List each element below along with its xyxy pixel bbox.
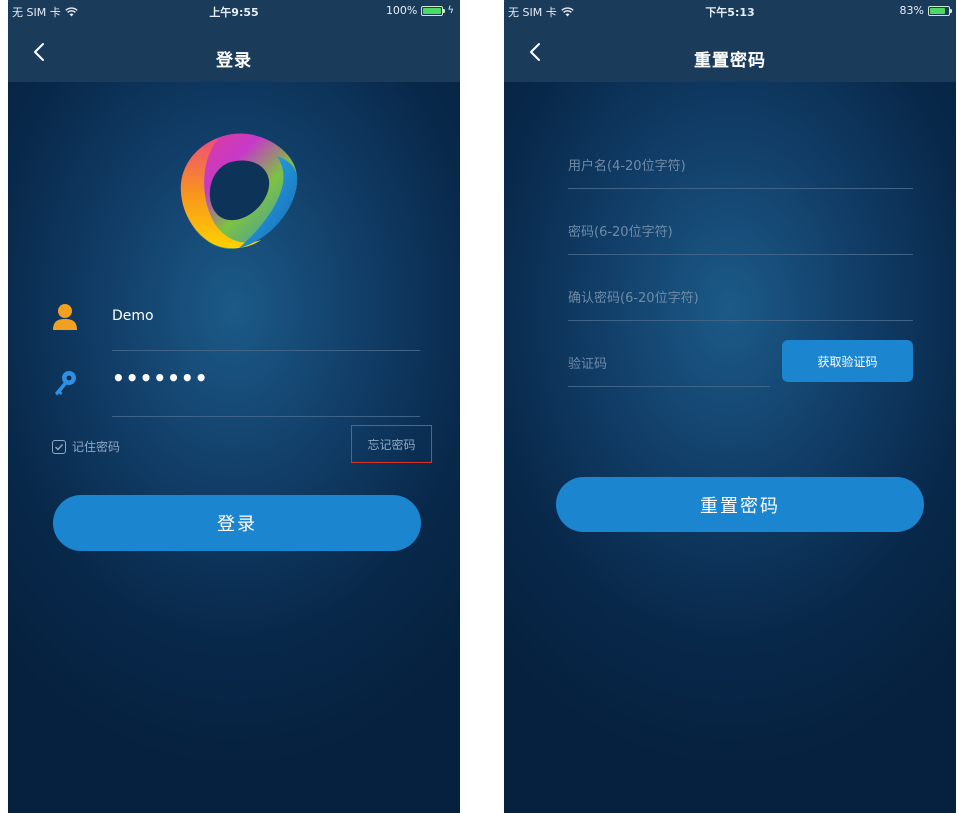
verification-code-input[interactable] [568, 346, 770, 382]
status-time: 下午5:13 [705, 6, 755, 19]
forgot-label: 忘记密码 [367, 437, 416, 452]
password-underline [568, 254, 913, 255]
battery-percent: 83% [899, 4, 924, 17]
login-button[interactable]: 登录 [53, 495, 421, 551]
username-underline [568, 188, 913, 189]
verification-code-field [568, 346, 770, 387]
key-icon [55, 371, 76, 396]
page-title: 重置密码 [694, 51, 766, 71]
confirm-password-input[interactable] [568, 280, 913, 316]
battery-fill [423, 7, 442, 14]
username-value: Demo [112, 308, 154, 324]
password-value: ••••••• [112, 366, 209, 390]
confirm-password-underline [568, 320, 913, 321]
remember-password-toggle[interactable]: 记住密码 [52, 438, 120, 455]
app-logo-icon [180, 133, 298, 249]
page-title: 登录 [216, 51, 252, 71]
battery-fill [930, 7, 945, 14]
reset-button-label: 重置密码 [700, 495, 780, 517]
checkbox-checked-icon[interactable] [52, 439, 66, 454]
nav-bar: 登录 [8, 22, 460, 82]
password-input[interactable] [568, 214, 913, 250]
username-field [568, 148, 913, 189]
battery-icon [421, 5, 446, 16]
password-underline [112, 416, 420, 417]
forgot-password-link[interactable]: 忘记密码 [351, 425, 432, 463]
reset-password-button[interactable]: 重置密码 [556, 477, 924, 532]
username-input[interactable] [568, 148, 913, 184]
nav-bar: 重置密码 [504, 22, 956, 82]
login-screen: 无 SIM 卡 上午9:55 100% ϟ 登录 Demo ••••••• 记住… [8, 0, 460, 813]
verification-code-underline [568, 386, 770, 387]
password-field[interactable]: ••••••• [52, 360, 420, 420]
battery-icon [928, 5, 952, 16]
battery-group: 83% [899, 4, 952, 17]
get-code-label: 获取验证码 [817, 354, 878, 369]
username-underline [112, 350, 420, 351]
battery-percent: 100% [385, 4, 418, 17]
user-icon [53, 304, 77, 330]
login-button-label: 登录 [217, 514, 257, 535]
get-code-button[interactable]: 获取验证码 [782, 340, 913, 382]
username-field[interactable]: Demo [52, 294, 420, 354]
charging-icon: ϟ [447, 5, 454, 16]
battery-group: 100% ϟ [386, 4, 454, 17]
reset-password-screen: 无 SIM 卡 下午5:13 83% 重置密码 用户名(4-20位字符) 验证码… [504, 0, 956, 813]
password-field [568, 214, 913, 255]
status-bar: 无 SIM 卡 上午9:55 100% ϟ [8, 0, 460, 22]
confirm-password-field [568, 280, 913, 321]
remember-label: 记住密码 [72, 440, 121, 454]
status-bar: 无 SIM 卡 下午5:13 83% [504, 0, 956, 22]
